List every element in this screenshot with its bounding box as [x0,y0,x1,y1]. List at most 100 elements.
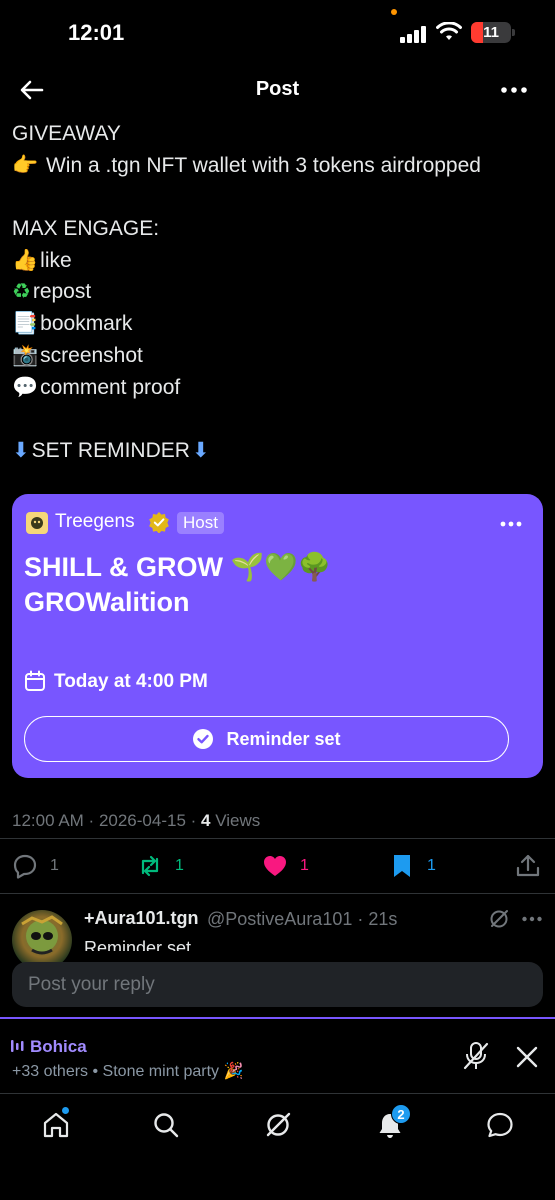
reply-button[interactable]: 1 [12,848,59,884]
down-arrow-icon: ⬇ [191,437,210,462]
host-avatar [26,512,48,534]
reply-avatar[interactable] [12,910,72,970]
share-icon [516,854,540,877]
space-card[interactable]: Treegens Host SHILL & GROW 🌱💚🌳 GROWaliti… [12,494,543,778]
space-time: Today at 4:00 PM [54,671,208,692]
home-unread-dot [61,1106,70,1115]
action-bar: 1 1 1 1 [0,848,555,884]
bookmark-tabs-icon: 📑 [12,311,39,336]
battery-icon: 11 [471,22,515,43]
reply-count: 1 [50,857,59,874]
pointing-hand-icon: 👉 [12,152,39,177]
bookmark-button[interactable]: 1 [389,848,436,884]
post-line-text: SET REMINDER [31,438,190,462]
space-title-line-1: SHILL & GROW 🌱💚🌳 [24,552,332,582]
speech-balloon-icon: 💬 [12,374,39,399]
repost-button[interactable]: 1 [137,848,184,884]
reply-text: Reminder set [84,938,192,951]
status-time: 12:01 [68,20,125,45]
messages-icon [487,1112,513,1138]
battery-level: 11 [483,24,499,41]
tab-messages[interactable] [485,1110,515,1140]
post-line-text: bookmark [40,312,133,336]
heart-icon [264,856,286,876]
reply-composer[interactable] [12,962,543,1007]
divider [0,893,555,894]
post-line: 📑bookmark [12,308,547,340]
repost-count: 1 [175,857,184,874]
camera-flash-icon: 📸 [12,342,39,367]
space-title-line-2: GROWalition [24,587,190,617]
post-line-text: MAX ENGAGE: [12,217,160,241]
reminder-set-button[interactable]: Reminder set [24,716,509,762]
search-icon [154,1113,179,1138]
views-label: Views [215,811,261,830]
page-title: Post [255,78,300,100]
close-icon[interactable] [514,1044,540,1070]
post-line: 👉 Win a .tgn NFT wallet with 3 tokens ai… [12,150,547,182]
post-line: 📸screenshot [12,340,547,372]
card-more-icon[interactable] [499,520,523,528]
post-line: 💬comment proof [12,372,547,404]
bookmark-count: 1 [427,857,436,874]
post-line-text: comment proof [40,375,181,399]
thumbs-up-icon: 👍 [12,247,39,272]
space-title: SHILL & GROW 🌱💚🌳 GROWalition [24,550,524,620]
post-header: Post [0,66,555,114]
like-button[interactable]: 1 [262,848,309,884]
space-dock-title: Bohica [30,1037,87,1056]
post-line: 👍like [12,245,547,277]
reply-more-icon[interactable] [521,915,543,923]
post-time: 12:00 AM [12,811,84,830]
tab-search[interactable] [151,1110,181,1140]
calendar-icon [25,670,45,691]
wifi-icon [436,22,462,40]
post-line-blank [12,181,547,213]
check-circle-icon [193,729,214,749]
space-dock-subtitle: +33 others • Stone mint party 🎉 [12,1063,244,1080]
post-meta: 12:00 AM · 2026-04-15 · 4 Views [12,811,261,830]
live-space-dock[interactable]: Bohica +33 others • Stone mint party 🎉 [0,1017,555,1093]
cellular-signal-icon [400,25,428,43]
post-line-text: like [40,248,72,272]
status-bar: 12:01 11 [0,0,555,66]
post-line-text: screenshot [40,343,143,367]
recycle-icon: ♻ [12,279,31,304]
post-line: ♻repost [12,276,547,308]
down-arrow-icon: ⬇ [12,437,30,462]
post-line: MAX ENGAGE: [12,213,547,245]
host-name: Treegens [55,511,135,532]
grok-icon [266,1112,291,1137]
grok-icon[interactable] [488,908,510,930]
post-line-text: repost [32,280,92,304]
tab-home[interactable] [41,1106,71,1140]
host-badge: Host [177,512,224,534]
reply-input[interactable] [12,962,543,1007]
reminder-label: Reminder set [226,728,341,749]
repost-icon [141,855,159,877]
audio-bars-icon [11,1040,24,1052]
post-date: 2026-04-15 [98,811,186,830]
post-body: GIVEAWAY 👉 Win a .tgn NFT wallet with 3 … [12,118,547,467]
post-line-text: Win a .tgn NFT wallet with 3 tokens aird… [40,153,481,177]
like-count: 1 [300,857,309,874]
verified-badge-icon [149,512,169,533]
bottom-tab-bar: 2 [0,1093,555,1200]
reply-author-name[interactable]: +Aura101.tgn [84,908,199,929]
reply-author-handle: @PostiveAura101 · 21s [207,909,398,929]
tab-notifications[interactable]: 2 [375,1104,411,1140]
reply-icon [13,854,37,879]
post-line-text: GIVEAWAY [12,122,121,145]
more-options-icon[interactable] [499,80,529,100]
divider [0,838,555,839]
share-button[interactable] [515,848,541,884]
mic-off-icon[interactable] [462,1041,490,1071]
bookmark-icon [394,855,410,877]
privacy-indicator-dot [391,9,397,15]
tab-grok[interactable] [263,1110,293,1140]
notification-count-badge: 2 [391,1104,411,1124]
post-line: GIVEAWAY [12,118,547,150]
views-count: 4 [201,811,211,830]
post-line: ⬇SET REMINDER⬇ [12,435,547,467]
post-line-blank [12,403,547,435]
